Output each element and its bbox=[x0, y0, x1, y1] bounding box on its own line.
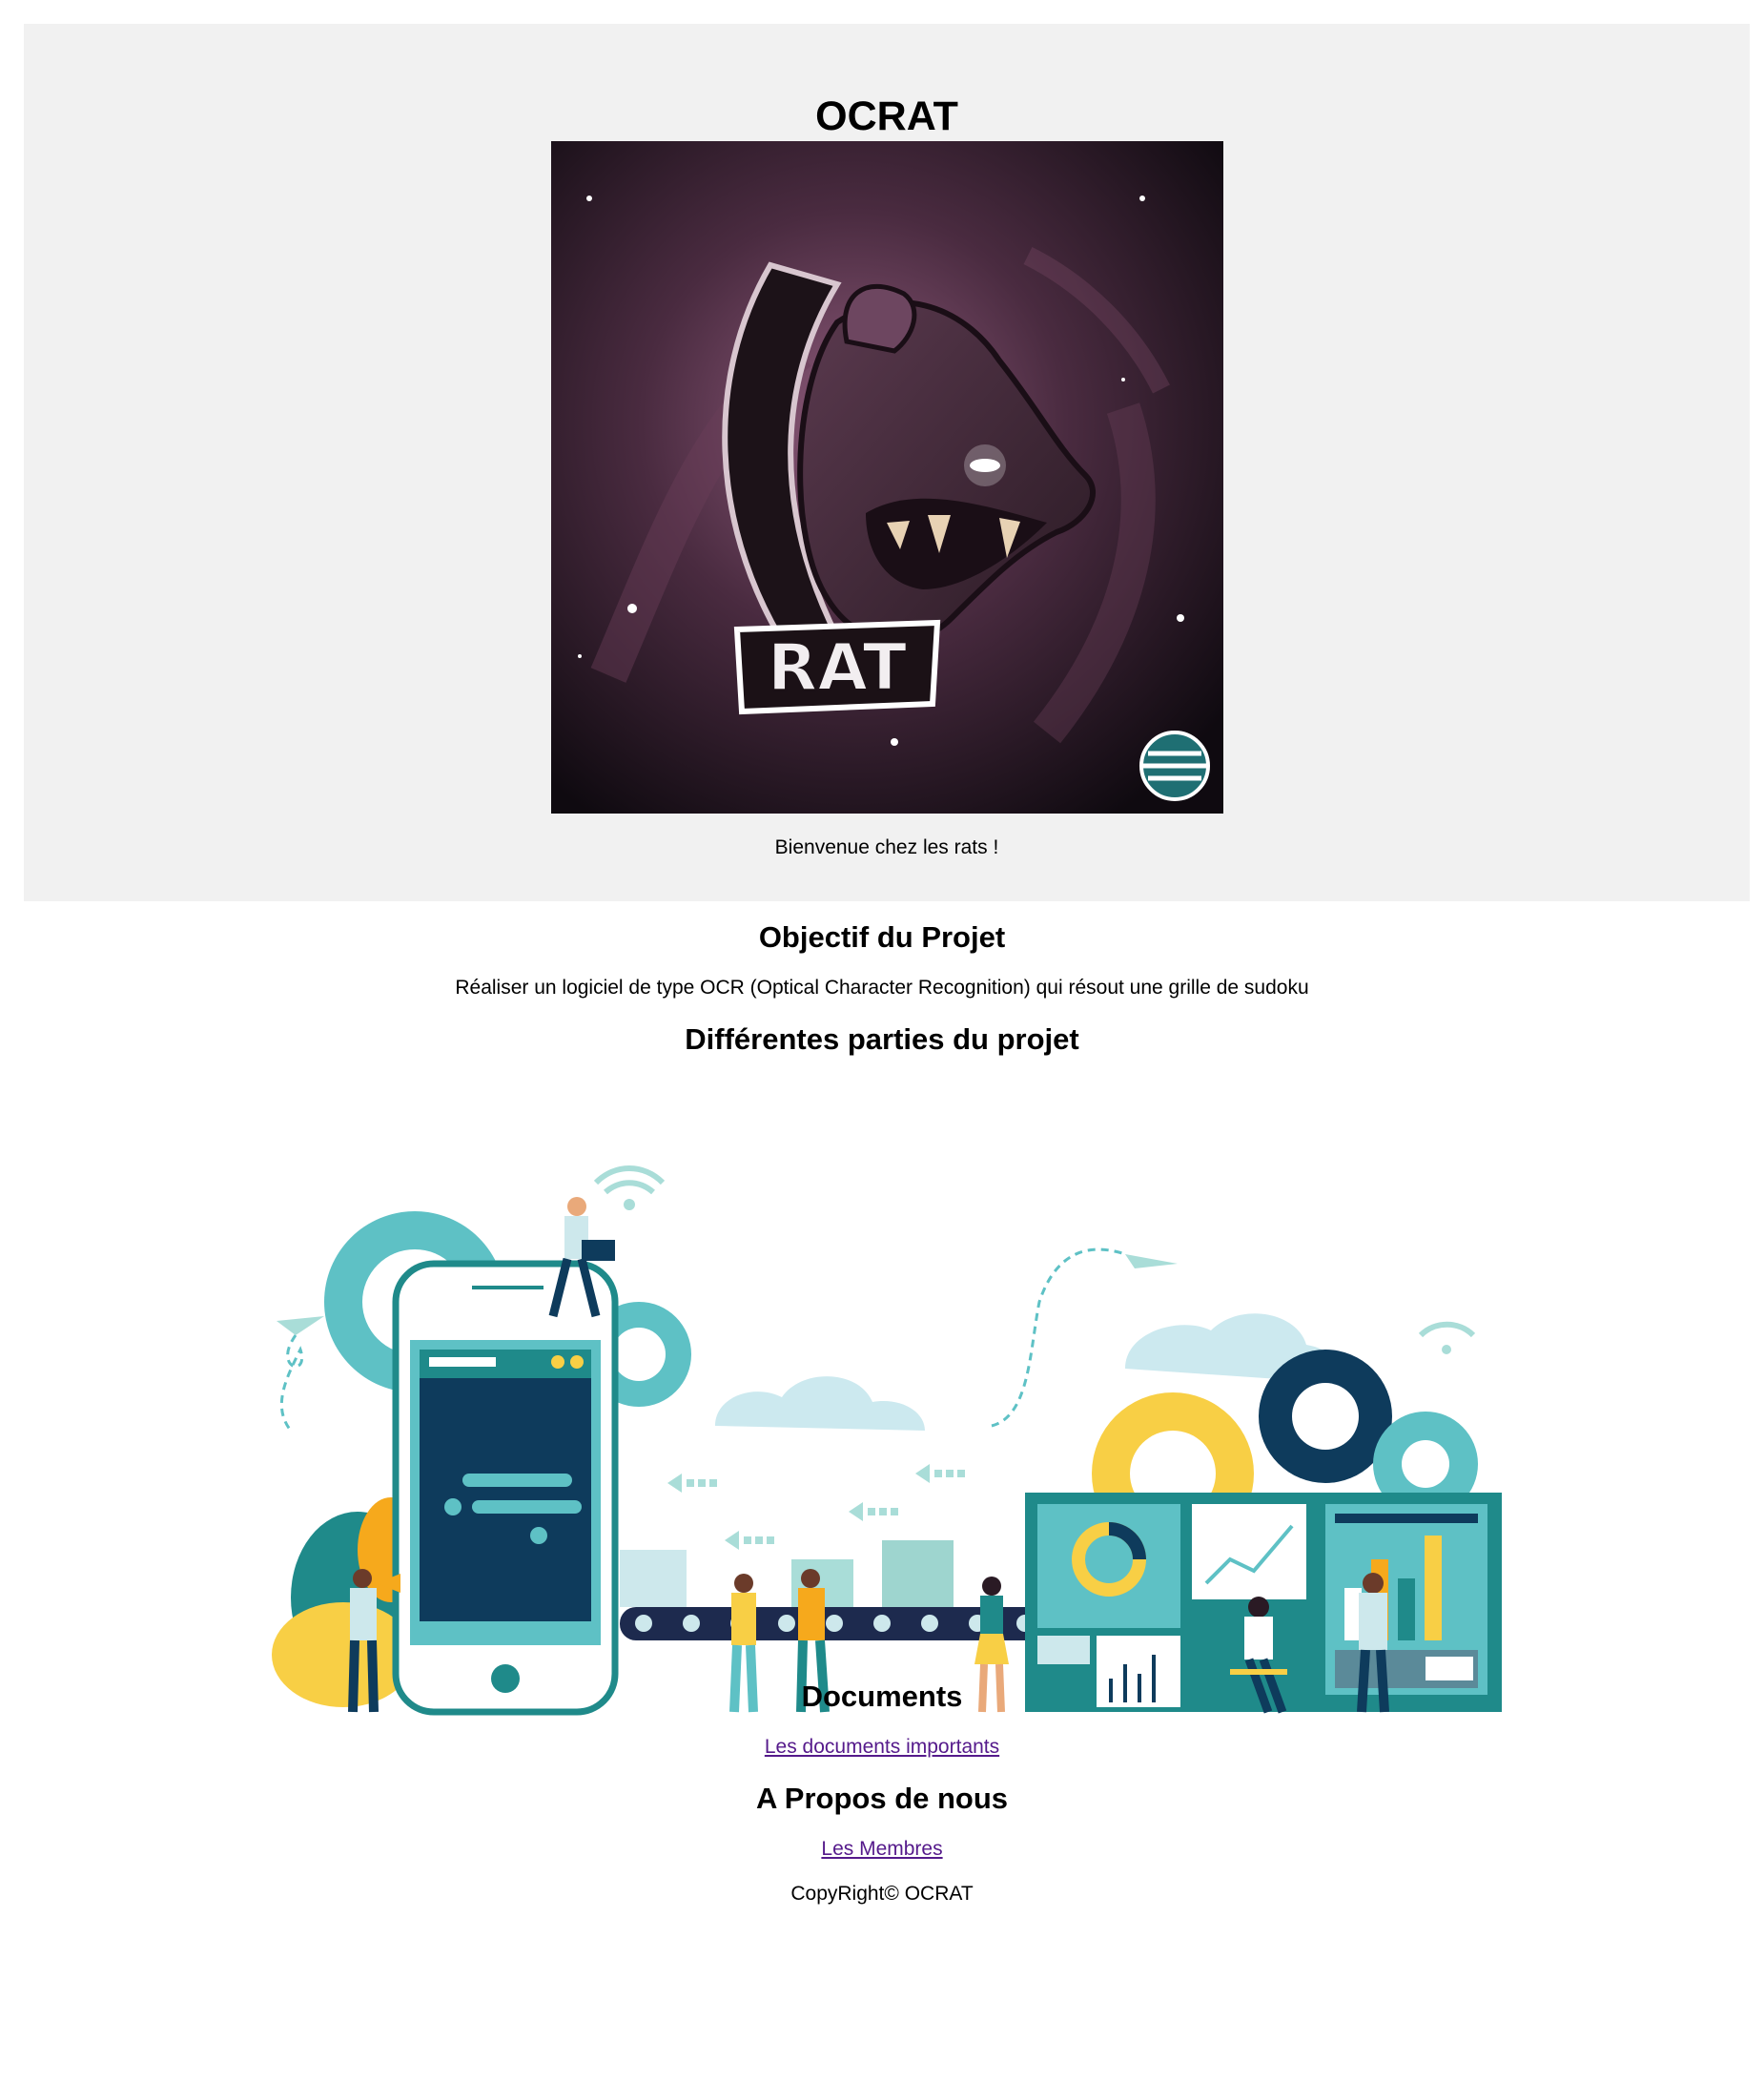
documents-heading: Documents bbox=[801, 1680, 963, 1713]
members-link[interactable]: Les Membres bbox=[821, 1838, 942, 1860]
parts-heading: Différentes parties du projet bbox=[685, 1022, 1079, 1056]
rat-logo-image: RAT bbox=[551, 141, 1223, 814]
header: OCRAT RAT Bienvenue chez les rats ! bbox=[24, 24, 1750, 901]
objective-text: Réaliser un logiciel de type OCR (Optica… bbox=[455, 977, 1309, 999]
globe-badge-icon bbox=[1139, 731, 1210, 801]
project-parts-illustration bbox=[272, 1165, 1502, 1716]
logo-rat-text: RAT bbox=[768, 630, 908, 706]
members-link-paragraph: Les Membres bbox=[0, 1837, 1764, 1862]
documents-link-paragraph: Les documents importants bbox=[0, 1735, 1764, 1760]
about-heading: A Propos de nous bbox=[755, 1782, 1009, 1815]
objective-heading: Objectif du Projet bbox=[758, 920, 1006, 954]
site-title: OCRAT bbox=[815, 93, 958, 139]
documents-link[interactable]: Les documents importants bbox=[765, 1736, 999, 1758]
welcome-text: Bienvenue chez les rats ! bbox=[774, 836, 999, 858]
footer-copyright: CopyRight© OCRAT bbox=[790, 1883, 974, 1905]
